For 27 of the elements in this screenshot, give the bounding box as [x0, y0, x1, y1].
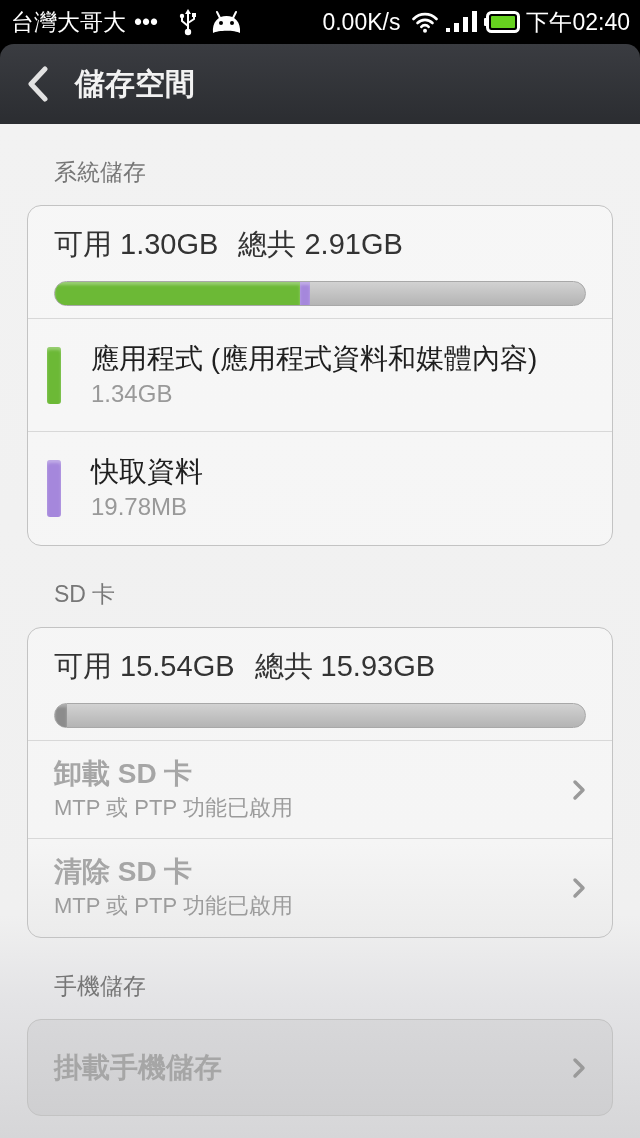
- chevron-right-icon: [572, 778, 586, 801]
- signal-bars-icon: [446, 11, 479, 33]
- notification-dots: •••: [134, 9, 159, 35]
- category-label[interactable]: 快取資料: [91, 456, 203, 488]
- total-space: 總共 2.91GB: [238, 230, 403, 258]
- menu-item-subtitle: MTP 或 PTP 功能已啟用: [54, 892, 293, 920]
- section-header: SD 卡: [54, 581, 116, 607]
- usb-icon: [178, 8, 199, 36]
- category-size: 1.34GB: [91, 379, 174, 408]
- robot-head-icon: [211, 10, 243, 34]
- section-header: 系統儲存: [54, 159, 146, 185]
- screen-title: 儲存空間: [75, 66, 195, 102]
- category-size: 19.78MB: [91, 493, 189, 521]
- wifi-icon: [412, 11, 439, 33]
- chevron-right-icon: [572, 1056, 586, 1079]
- battery-icon: [484, 11, 521, 33]
- category-label[interactable]: 應用程式 (應用程式資料和媒體內容): [91, 342, 538, 375]
- total-space: 總共 15.93GB: [254, 652, 436, 680]
- network-speed: 0.00K/s: [322, 9, 401, 35]
- menu-item-subtitle: MTP 或 PTP 功能已啟用: [54, 793, 293, 822]
- available-space: 可用 15.54GB: [54, 652, 235, 680]
- carrier-name: 台灣大哥大: [11, 9, 126, 35]
- chevron-right-icon: [572, 877, 586, 899]
- clock: 下午02:40: [526, 9, 630, 35]
- section-header: 手機儲存: [54, 973, 146, 999]
- back-icon[interactable]: [27, 66, 49, 102]
- available-space: 可用 1.30GB: [54, 230, 219, 258]
